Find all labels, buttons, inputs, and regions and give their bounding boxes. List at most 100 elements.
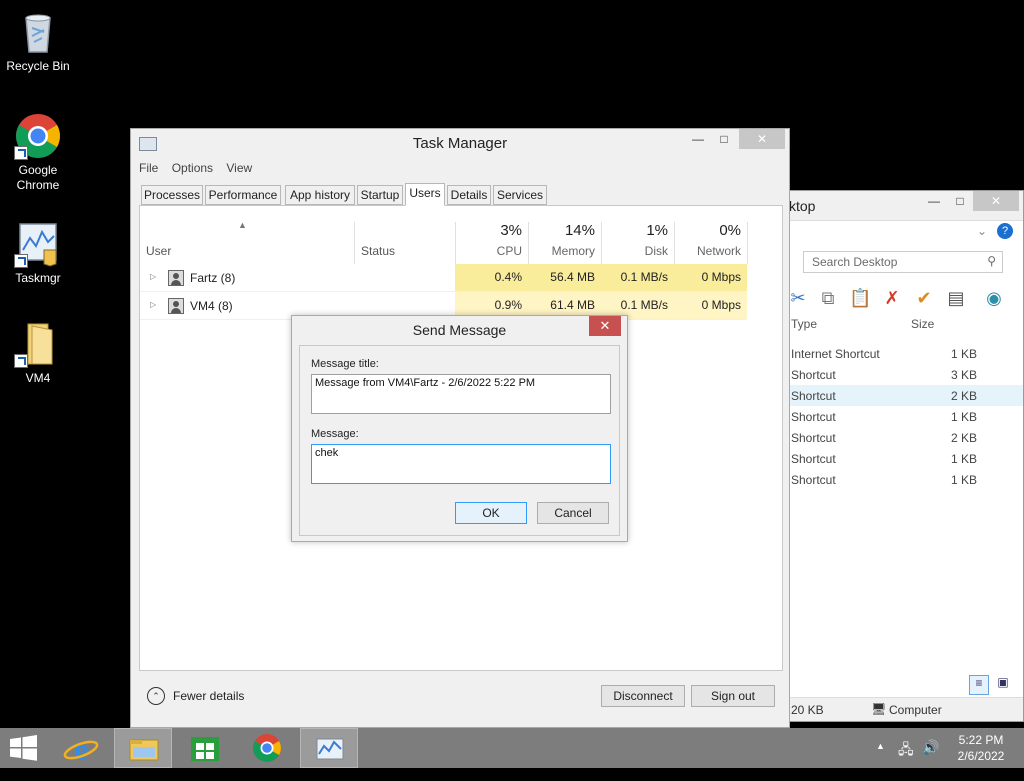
minimize-button[interactable]: — (685, 129, 711, 149)
column-separator (747, 222, 748, 264)
maximize-button[interactable]: □ (947, 191, 973, 211)
desktop-icon-label: Recycle Bin (6, 59, 70, 73)
list-item[interactable]: Internet Shortcut 1 KB (787, 343, 1023, 364)
message-label: Message: (311, 428, 359, 440)
svg-text:e: e (74, 733, 87, 766)
column-header-cpu[interactable]: 3% CPU (456, 222, 528, 264)
list-item[interactable]: Shortcut 3 KB (787, 364, 1023, 385)
taskbar-chrome[interactable] (238, 728, 296, 768)
taskbar-store[interactable] (176, 728, 234, 768)
address-bar[interactable]: ⌄ ? (787, 221, 1023, 243)
tab-details[interactable]: Details (447, 185, 491, 205)
search-placeholder: Search Desktop (812, 255, 898, 269)
close-button[interactable]: ✕ (589, 316, 621, 336)
column-header-status[interactable]: Status (355, 222, 455, 264)
menu-view[interactable]: View (226, 161, 252, 175)
start-button[interactable] (0, 728, 58, 768)
tab-processes[interactable]: Processes (141, 185, 203, 205)
desktop-icon-google-chrome[interactable]: Google Chrome (0, 112, 76, 193)
show-hidden-icons-icon[interactable]: ▲ (876, 741, 885, 781)
large-icons-view-icon[interactable]: ▣ (993, 675, 1013, 695)
minimize-button[interactable]: — (921, 191, 947, 211)
properties-icon[interactable]: ◉ (983, 287, 1005, 309)
user-name: Fartz (8) (190, 271, 236, 285)
user-icon (168, 298, 184, 314)
table-row[interactable]: ▷ Fartz (8) 0.4% 56.4 MB 0.1 MB/s 0 Mbps (140, 264, 747, 292)
clock-time: 5:22 PM (958, 733, 1004, 747)
fewer-details-link[interactable]: Fewer details (173, 689, 244, 703)
dialog-title: Send Message (412, 322, 507, 338)
volume-icon[interactable]: 🔊 (922, 739, 939, 779)
network-icon[interactable]: 🖧 (898, 739, 914, 779)
column-header-user[interactable]: User (140, 222, 354, 264)
column-header-network[interactable]: 0% Network (675, 222, 747, 264)
cpu-cell: 0.4% (455, 264, 528, 291)
tab-services[interactable]: Services (493, 185, 547, 205)
taskbar-task-manager[interactable] (300, 728, 358, 768)
search-input[interactable]: Search Desktop ⚲ (803, 251, 1003, 273)
tab-startup[interactable]: Startup (357, 185, 403, 205)
close-button[interactable]: ✕ (739, 129, 785, 149)
message-title-field[interactable]: Message from VM4\Fartz - 2/6/2022 5:22 P… (311, 374, 611, 414)
internet-explorer-icon: e (63, 733, 99, 766)
disconnect-button[interactable]: Disconnect (601, 685, 685, 707)
delete-icon[interactable]: ✗ (881, 287, 903, 309)
dialog-body: Message title: Message from VM4\Fartz - … (299, 345, 620, 536)
rename-icon[interactable]: ▤ (945, 287, 967, 309)
expand-arrow-icon[interactable]: ▷ (150, 272, 156, 281)
column-header-disk[interactable]: 1% Disk (602, 222, 674, 264)
clock-date: 2/6/2022 (957, 749, 1005, 763)
cancel-button[interactable]: Cancel (537, 502, 609, 524)
network-cell: 0 Mbps (674, 292, 747, 319)
message-title-label: Message title: (311, 358, 379, 370)
copy-icon[interactable]: ⧉ (817, 287, 839, 309)
windows-logo-icon (10, 735, 37, 761)
recycle-bin-icon (14, 8, 62, 56)
desktop-icon-taskmgr[interactable]: Taskmgr (0, 220, 76, 286)
tab-users[interactable]: Users (405, 183, 445, 206)
chevron-down-icon[interactable]: ⌄ (977, 224, 987, 238)
taskbar-internet-explorer[interactable]: e (52, 728, 110, 768)
ok-button[interactable]: OK (455, 502, 527, 524)
column-header-memory[interactable]: 14% Memory (529, 222, 601, 264)
maximize-button[interactable]: □ (711, 129, 737, 149)
memory-cell: 56.4 MB (528, 264, 601, 291)
menu-options[interactable]: Options (172, 161, 213, 175)
menu-bar: File Options View (139, 161, 262, 179)
paste-icon[interactable]: 📋 (849, 287, 871, 309)
explorer-window[interactable]: ktop — □ ✕ ⌄ ? Search Desktop ⚲ ✂ ⧉ 📋 ✗ … (786, 190, 1024, 722)
send-message-dialog[interactable]: Send Message ✕ Message title: Message fr… (291, 315, 628, 542)
tab-performance[interactable]: Performance (205, 185, 281, 205)
close-button[interactable]: ✕ (973, 191, 1019, 211)
store-icon (191, 737, 219, 761)
search-icon[interactable]: ⚲ (987, 254, 996, 268)
details-view-icon[interactable]: ≡ (969, 675, 989, 695)
shortcut-arrow-icon (14, 254, 28, 268)
list-item[interactable]: Shortcut 1 KB (787, 469, 1023, 490)
desktop-icon-vm4[interactable]: VM4 (0, 320, 76, 386)
explorer-title: ktop (789, 198, 816, 214)
cut-icon[interactable]: ✂ (787, 287, 809, 309)
sign-out-button[interactable]: Sign out (691, 685, 775, 707)
shortcut-arrow-icon (14, 354, 28, 368)
explorer-titlebar[interactable]: ktop — □ ✕ (787, 191, 1023, 221)
column-header-type[interactable]: Type (791, 317, 817, 331)
list-item[interactable]: Shortcut 2 KB (787, 427, 1023, 448)
message-field[interactable]: chek (311, 444, 611, 484)
tab-app-history[interactable]: App history (285, 185, 355, 205)
desktop-icon-recycle-bin[interactable]: Recycle Bin (0, 8, 76, 74)
network-cell: 0 Mbps (674, 264, 747, 291)
taskbar-file-explorer[interactable] (114, 728, 172, 768)
chevron-up-icon[interactable]: ⌃ (147, 687, 165, 705)
menu-file[interactable]: File (139, 161, 158, 175)
check-icon[interactable]: ✔ (913, 287, 935, 309)
help-icon[interactable]: ? (997, 223, 1013, 239)
list-item[interactable]: Shortcut 1 KB (787, 406, 1023, 427)
clock[interactable]: 5:22 PM 2/6/2022 (950, 728, 1012, 768)
list-item[interactable]: Shortcut 2 KB (787, 385, 1023, 406)
expand-arrow-icon[interactable]: ▷ (150, 300, 156, 309)
task-manager-titlebar[interactable]: Task Manager — □ ✕ (131, 129, 789, 159)
column-header-size[interactable]: Size (911, 317, 934, 331)
list-item[interactable]: Shortcut 1 KB (787, 448, 1023, 469)
user-icon (168, 270, 184, 286)
